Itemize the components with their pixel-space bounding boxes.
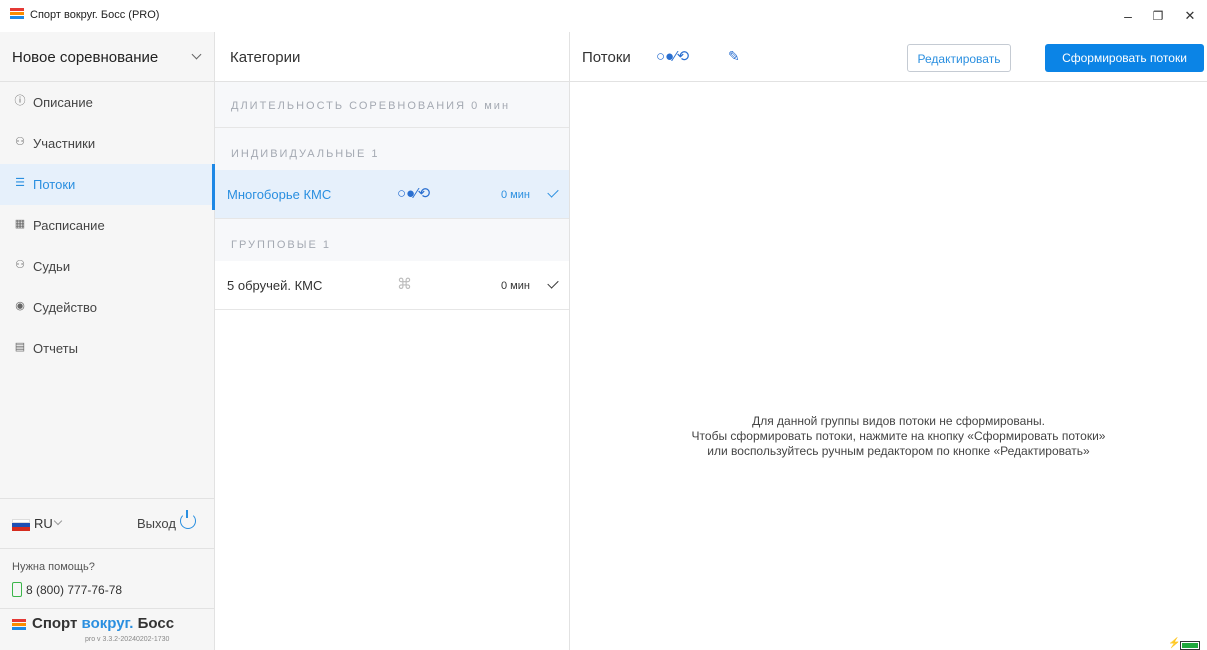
version-label: pro v 3.3.2-20240202-1730 <box>85 636 170 643</box>
exit-button[interactable]: Выход <box>137 516 176 531</box>
category-duration: 0 мин <box>501 189 530 201</box>
duration-label: ДЛИТЕЛЬНОСТЬ СОРЕВНОВАНИЯ 0 мин <box>231 100 511 112</box>
empty-line-1: Для данной группы видов потоки не сформи… <box>752 414 1045 428</box>
empty-line-2: Чтобы сформировать потоки, нажмите на кн… <box>691 429 1106 443</box>
streams-title: Потоки <box>582 49 631 66</box>
streams-panel: Потоки ○●⁄⟲ ✎ Редактировать Сформировать… <box>570 32 1207 650</box>
brand-part-1: Спорт <box>32 615 82 632</box>
help-section: Нужна помощь? 8 (800) 777-76-78 <box>0 548 214 609</box>
nav-list: ⓘ Описание ⚇ Участники ☰ Потоки ▦ Расписание ⚇ Су… <box>0 82 215 369</box>
sidebar: Новое соревнование ⓘ Описание ⚇ Участники ☰ П… <box>0 32 215 650</box>
phone-number[interactable]: 8 (800) 777-76-78 <box>26 583 122 597</box>
pencil-icon[interactable]: ✎ <box>728 48 740 65</box>
brand-name: Спорт вокруг. Босс <box>32 615 174 632</box>
info-icon: ⓘ <box>14 95 26 107</box>
check-icon <box>547 186 559 198</box>
sidebar-item-label: Участники <box>33 136 96 151</box>
individual-title-text: ИНДИВИДУАЛЬНЫЕ 1 <box>231 148 380 160</box>
check-icon <box>547 277 559 289</box>
categories-header: Категории <box>215 32 569 82</box>
chevron-down-icon <box>53 516 63 526</box>
language-selector[interactable]: RU <box>34 516 53 531</box>
sidebar-item-0[interactable]: ⓘ Описание <box>0 82 214 123</box>
category-row[interactable]: 5 обручей. КМС ⌘ 0 мин <box>215 261 569 310</box>
battery-icon <box>1180 641 1200 650</box>
category-name: 5 обручей. КМС <box>227 278 323 293</box>
brand-part-3: Босс <box>133 615 175 632</box>
power-icon[interactable] <box>180 510 196 529</box>
apparatus-icons: ○●⁄⟲ <box>656 48 690 65</box>
category-duration: 0 мин <box>501 280 530 292</box>
apparatus-icons: ⌘ <box>397 276 412 293</box>
sidebar-item-1[interactable]: ⚇ Участники <box>0 123 214 164</box>
sidebar-item-label: Судейство <box>33 300 97 315</box>
apparatus-icons: ○●⁄⟲ <box>397 185 431 202</box>
group-section-title: ГРУППОВЫЕ 1 <box>215 219 569 261</box>
empty-line-3: или воспользуйтесь ручным редактором по … <box>707 444 1090 458</box>
play-icon: ◉ <box>15 300 25 312</box>
minimize-button[interactable]: – <box>1113 6 1143 26</box>
close-button[interactable]: ✕ <box>1175 6 1205 26</box>
brand-footer: Спорт вокруг. Босс pro v 3.3.2-20240202-… <box>0 609 214 650</box>
sidebar-item-5[interactable]: ◉ Судейство <box>0 287 214 328</box>
sidebar-item-label: Судьи <box>33 259 71 274</box>
categories-panel: Категории ДЛИТЕЛЬНОСТЬ СОРЕВНОВАНИЯ 0 ми… <box>212 32 570 650</box>
phone-icon <box>12 582 22 597</box>
categories-title: Категории <box>230 49 301 66</box>
brand-part-2: вокруг. <box>81 615 134 632</box>
sidebar-item-label: Потоки <box>33 177 76 192</box>
title-bar: Спорт вокруг. Босс (PRO) – ❐ ✕ <box>0 0 1207 32</box>
category-name: Многоборье КМС <box>227 187 332 202</box>
app-logo-icon <box>10 8 24 20</box>
chevron-down-icon <box>191 49 202 60</box>
group-title-text: ГРУППОВЫЕ 1 <box>231 239 331 251</box>
competition-duration: ДЛИТЕЛЬНОСТЬ СОРЕВНОВАНИЯ 0 мин <box>215 82 569 128</box>
category-row[interactable]: Многоборье КМС ○●⁄⟲ 0 мин <box>212 164 569 219</box>
sidebar-item-3[interactable]: ▦ Расписание <box>0 205 214 246</box>
generate-streams-button[interactable]: Сформировать потоки <box>1045 44 1204 72</box>
brand-logo-icon <box>12 619 26 631</box>
sidebar-item-4[interactable]: ⚇ Судьи <box>0 246 214 287</box>
language-exit-row: RU Выход <box>0 498 214 549</box>
restore-button[interactable]: ❐ <box>1143 6 1173 26</box>
charging-icon: ⚡ <box>1168 638 1181 649</box>
sidebar-item-label: Описание <box>33 95 93 110</box>
calendar-icon: ▦ <box>14 218 26 230</box>
judges-icon: ⚇ <box>15 259 25 271</box>
russia-flag-icon <box>12 519 30 531</box>
empty-message: Для данной группы видов потоки не сформи… <box>630 414 1167 459</box>
help-label: Нужна помощь? <box>12 561 95 573</box>
window-title: Спорт вокруг. Босс (PRO) <box>30 9 160 21</box>
competition-selector[interactable]: Новое соревнование <box>0 32 214 82</box>
individual-section-title: ИНДИВИДУАЛЬНЫЕ 1 <box>215 128 569 170</box>
edit-button[interactable]: Редактировать <box>907 44 1011 72</box>
sidebar-item-6[interactable]: ▤ Отчеты <box>0 328 214 369</box>
individual-list: Многоборье КМС ○●⁄⟲ 0 мин <box>212 164 569 219</box>
streams-header: Потоки ○●⁄⟲ ✎ Редактировать Сформировать… <box>570 32 1207 82</box>
sidebar-item-label: Отчеты <box>33 341 78 356</box>
group-list: 5 обручей. КМС ⌘ 0 мин <box>215 261 569 310</box>
sidebar-item-2[interactable]: ☰ Потоки <box>0 164 215 205</box>
list-icon: ☰ <box>15 177 25 189</box>
competition-name: Новое соревнование <box>12 49 159 66</box>
sidebar-item-label: Расписание <box>33 218 105 233</box>
participants-icon: ⚇ <box>15 136 25 148</box>
report-icon: ▤ <box>14 341 26 353</box>
